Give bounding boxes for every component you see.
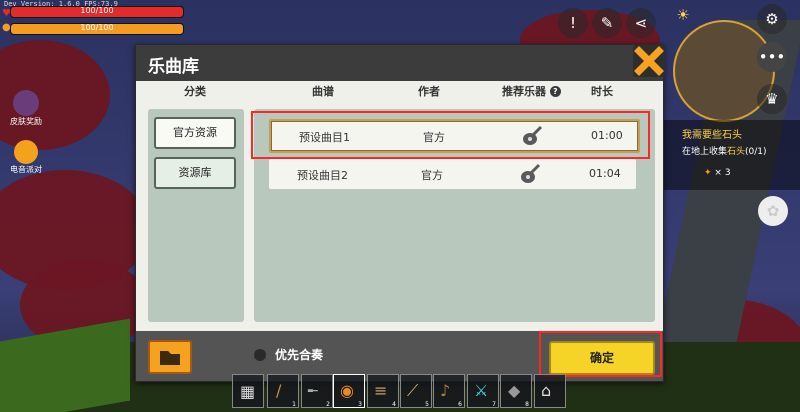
- category-panel: 官方资源 资源库: [148, 109, 244, 322]
- gun-icon: ╾: [308, 381, 318, 400]
- task-title: 我需要些石头: [682, 130, 742, 141]
- lute-icon: ♪: [440, 381, 451, 400]
- song-name: 预设曲目2: [297, 169, 348, 182]
- hotbar-slot-6[interactable]: ♪ 6: [433, 374, 465, 408]
- folder-button[interactable]: [148, 340, 192, 374]
- hotbar-slot-craft[interactable]: ▦: [232, 374, 264, 408]
- party-icon: [14, 140, 38, 164]
- dialog-title-bar: 乐曲库: [136, 45, 663, 81]
- song-duration: 01:04: [589, 167, 621, 180]
- grass-block: [0, 318, 130, 412]
- hunger-bar: 100/100: [10, 23, 184, 35]
- drum-icon: ◉: [340, 381, 354, 400]
- hotbar-slot-8[interactable]: ◆ 8: [500, 374, 532, 408]
- task-panel[interactable]: 我需要些石头 在地上收集石头(0/1) ✦ × 3: [664, 120, 800, 190]
- settings-icon[interactable]: ⚙: [757, 4, 787, 34]
- priority-label: 优先合奏: [275, 348, 324, 362]
- party-label: 电音派对: [10, 165, 42, 174]
- alert-icon[interactable]: !: [558, 8, 588, 38]
- task-reward: ✦ × 3: [704, 168, 731, 178]
- hotbar-slot-backpack[interactable]: ⌂: [534, 374, 566, 408]
- highlight-box: [539, 331, 662, 377]
- skin-reward-label: 皮肤奖励: [10, 117, 42, 126]
- pet-icon[interactable]: ✿: [758, 196, 788, 226]
- party-event[interactable]: 电音派对: [6, 140, 46, 175]
- highlight-box: [251, 111, 650, 159]
- col-instrument: 推荐乐器 ?: [502, 83, 561, 99]
- more-icon[interactable]: •••: [757, 42, 787, 72]
- hunger-text: 100/100: [80, 23, 114, 32]
- sword-icon: ⚔: [474, 381, 489, 400]
- hotbar-slot-3[interactable]: ◉ 3: [333, 374, 365, 408]
- trumpet-icon: ⟋: [407, 381, 419, 400]
- skin-reward[interactable]: 皮肤奖励: [6, 90, 46, 127]
- sun-icon: ☀: [676, 6, 690, 24]
- help-icon[interactable]: ?: [549, 86, 561, 97]
- col-duration: 时长: [591, 85, 613, 98]
- hotbar-slot-7[interactable]: ⚔ 7: [467, 374, 499, 408]
- hotbar-slot-1[interactable]: /1: [267, 374, 299, 408]
- col-score: 曲谱: [312, 85, 334, 98]
- close-icon: [633, 45, 665, 77]
- lute-icon: [521, 163, 541, 183]
- category-official[interactable]: 官方资源: [154, 117, 236, 149]
- task-desc: 在地上收集石头(0/1): [682, 147, 767, 157]
- avatar-icon: [13, 90, 39, 116]
- torch-icon: ✦: [704, 168, 712, 178]
- share-icon[interactable]: ⋖: [626, 8, 656, 38]
- health-bar: 100/100: [10, 6, 184, 18]
- stick-icon: /: [276, 381, 282, 400]
- col-author: 作者: [418, 85, 440, 98]
- close-button[interactable]: [629, 41, 669, 81]
- hotbar-slot-4[interactable]: ≡ 4: [367, 374, 399, 408]
- priority-radio[interactable]: [254, 349, 266, 361]
- health-text: 100/100: [80, 6, 114, 15]
- backpack-icon: ⌂: [541, 381, 552, 400]
- hotbar: ▦ /1 ╾ 2 ◉ 3 ≡ 4 ⟋ 5 ♪ 6 ⚔ 7 ◆ 8 ⌂: [232, 374, 568, 412]
- col-category: 分类: [184, 85, 206, 98]
- stone-icon: ◆: [508, 381, 521, 400]
- folder-icon: [160, 351, 180, 365]
- craft-table-icon: ▦: [240, 382, 256, 401]
- song-author: 官方: [421, 169, 443, 182]
- chat-icon[interactable]: ✎: [592, 8, 622, 38]
- category-library[interactable]: 资源库: [154, 157, 236, 189]
- hotbar-slot-2[interactable]: ╾ 2: [301, 374, 333, 408]
- hotbar-slot-5[interactable]: ⟋ 5: [400, 374, 432, 408]
- bamboo-flute-icon: ≡: [374, 381, 388, 400]
- dialog-title: 乐曲库: [148, 57, 199, 77]
- song-row-2[interactable]: 预设曲目2 官方 01:04: [269, 159, 636, 189]
- trophy-icon[interactable]: ♛: [757, 84, 787, 114]
